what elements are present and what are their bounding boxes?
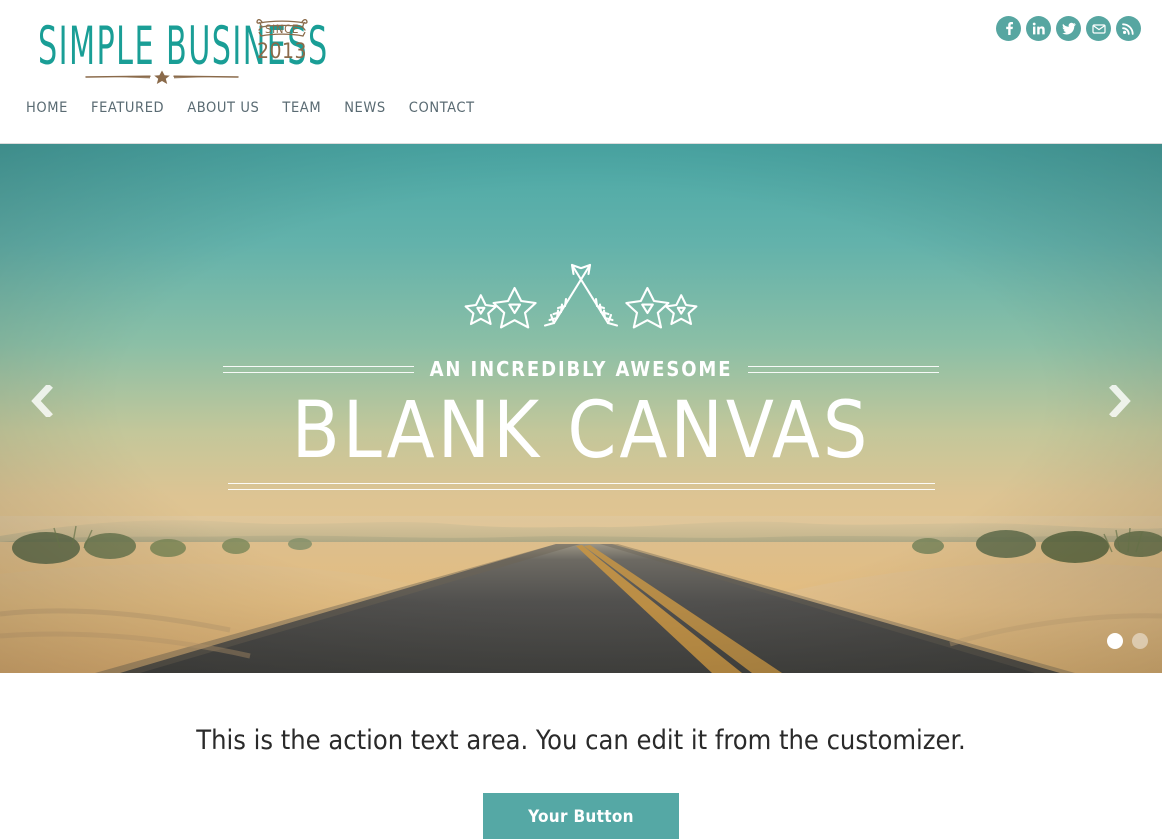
site-header: SIMPLE BUSINESS SINCE 2013 HOME FEATURED… xyxy=(0,0,1162,144)
chevron-right-icon xyxy=(1109,382,1131,422)
action-section: This is the action text area. You can ed… xyxy=(0,673,1162,839)
nav-item-news[interactable]: NEWS xyxy=(344,100,386,116)
hero-title-underline xyxy=(227,483,935,491)
email-icon xyxy=(1091,22,1106,35)
facebook-icon xyxy=(1002,22,1015,35)
linkedin-icon xyxy=(1032,22,1045,35)
nav-item-featured[interactable]: FEATURED xyxy=(91,100,164,116)
hero-title: BLANK CANVAS xyxy=(291,386,871,476)
logo-divider-ornament xyxy=(84,70,240,84)
site-logo[interactable]: SIMPLE BUSINESS SINCE 2013 xyxy=(32,8,327,86)
badge-since-text: SINCE xyxy=(265,22,299,36)
nav-item-contact[interactable]: CONTACT xyxy=(409,100,475,116)
since-badge: SINCE 2013 xyxy=(254,10,310,72)
hero-carousel: AN INCREDIBLY AWESOME BLANK CANVAS xyxy=(0,144,1162,673)
carousel-indicator-1[interactable] xyxy=(1107,633,1123,649)
hero-kicker-row: AN INCREDIBLY AWESOME xyxy=(223,357,939,381)
carousel-next-button[interactable] xyxy=(1100,382,1140,424)
social-link-linkedin[interactable] xyxy=(1026,16,1051,41)
main-navigation: HOME FEATURED ABOUT US TEAM NEWS CONTACT xyxy=(26,100,475,116)
chevron-left-icon xyxy=(31,382,53,422)
crossed-arrows-stars-emblem xyxy=(450,251,712,335)
social-link-email[interactable] xyxy=(1086,16,1111,41)
social-link-facebook[interactable] xyxy=(996,16,1021,41)
carousel-prev-button[interactable] xyxy=(22,382,62,424)
nav-item-team[interactable]: TEAM xyxy=(282,100,321,116)
kicker-rule-right xyxy=(748,365,939,373)
nav-item-about-us[interactable]: ABOUT US xyxy=(187,100,259,116)
nav-item-home[interactable]: HOME xyxy=(26,100,68,116)
carousel-indicator-2[interactable] xyxy=(1132,633,1148,649)
social-link-twitter[interactable] xyxy=(1056,16,1081,41)
badge-year-text: 2013 xyxy=(257,39,307,63)
kicker-rule-left xyxy=(223,365,414,373)
twitter-icon xyxy=(1061,22,1076,35)
hero-slide-content: AN INCREDIBLY AWESOME BLANK CANVAS xyxy=(0,251,1162,491)
social-link-rss[interactable] xyxy=(1116,16,1141,41)
social-links xyxy=(996,16,1141,41)
action-button[interactable]: Your Button xyxy=(483,793,679,839)
hero-kicker-text: AN INCREDIBLY AWESOME xyxy=(429,357,733,381)
rss-icon xyxy=(1122,22,1135,35)
action-text: This is the action text area. You can ed… xyxy=(196,725,966,756)
carousel-indicators xyxy=(1107,633,1148,649)
